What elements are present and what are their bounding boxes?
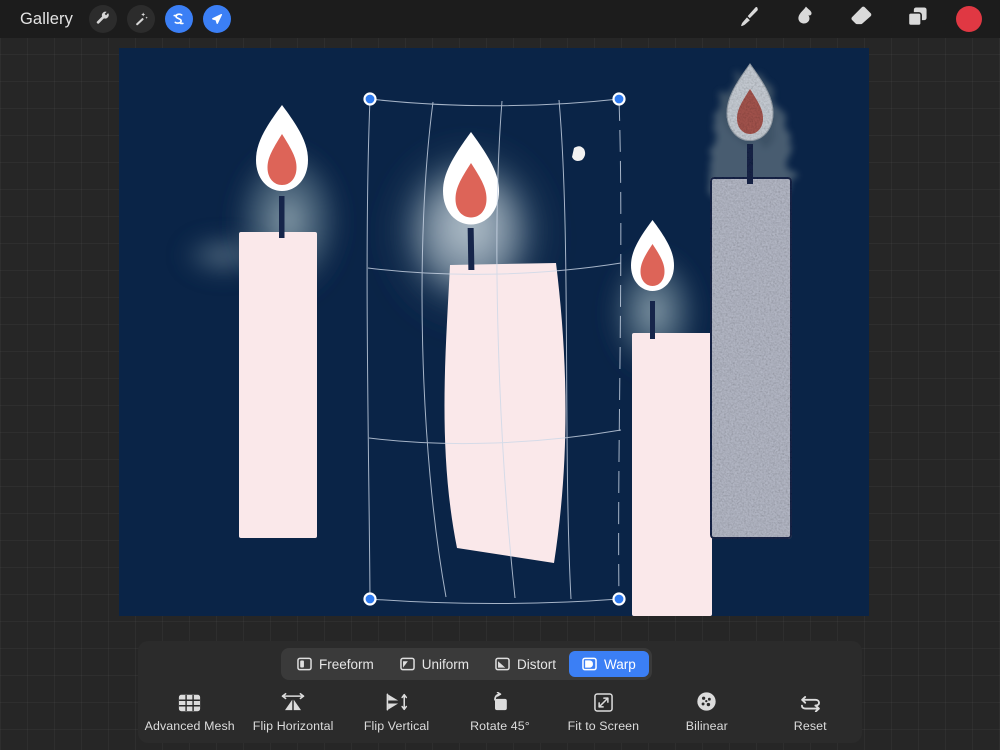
action-reset[interactable]: Reset — [759, 691, 862, 733]
action-rotate-45[interactable]: Rotate 45° — [448, 691, 551, 733]
mode-uniform-label: Uniform — [422, 657, 469, 672]
artboard[interactable] — [119, 48, 869, 616]
handle-bottom-right — [614, 594, 625, 605]
distort-icon — [495, 657, 510, 671]
layers-icon — [905, 4, 930, 34]
candle-4 — [708, 64, 792, 538]
grid-mesh-icon — [178, 691, 201, 712]
smudge-icon — [792, 3, 819, 35]
warp-icon — [582, 657, 597, 671]
action-flip-horizontal[interactable]: Flip Horizontal — [241, 691, 344, 733]
mode-freeform-label: Freeform — [319, 657, 374, 672]
top-toolbar: Gallery — [0, 0, 1000, 38]
mode-distort-label: Distort — [517, 657, 556, 672]
mode-warp[interactable]: Warp — [569, 651, 649, 677]
selection-arrow-icon — [208, 11, 225, 28]
canvas-area[interactable] — [119, 48, 869, 616]
paint-button[interactable] — [732, 4, 766, 34]
mode-uniform[interactable]: Uniform — [387, 651, 482, 677]
artwork-illustration — [119, 48, 869, 616]
action-flip-vertical-label: Flip Vertical — [364, 719, 429, 733]
paintbrush-icon — [736, 4, 762, 35]
magic-wand-icon — [133, 11, 149, 27]
top-toolbar-right-group — [732, 4, 1000, 34]
smudge-button[interactable] — [788, 4, 822, 34]
rotate-icon — [489, 691, 511, 712]
top-toolbar-left-group: Gallery — [0, 5, 231, 33]
mode-distort[interactable]: Distort — [482, 651, 569, 677]
flip-vertical-icon — [384, 691, 409, 712]
transform-s-icon — [170, 11, 187, 28]
transform-actions-row: Advanced Mesh Flip Horizontal — [138, 691, 862, 733]
action-bilinear[interactable]: Bilinear — [655, 691, 758, 733]
reset-icon — [799, 691, 822, 712]
selection-button[interactable] — [203, 5, 231, 33]
bilinear-icon — [696, 691, 717, 712]
mode-warp-label: Warp — [604, 657, 636, 672]
gallery-label: Gallery — [20, 10, 73, 28]
color-swatch[interactable] — [956, 6, 982, 32]
action-flip-vertical[interactable]: Flip Vertical — [345, 691, 448, 733]
action-rotate-45-label: Rotate 45° — [470, 719, 530, 733]
flip-horizontal-icon — [280, 691, 306, 712]
handle-bottom-left — [365, 594, 376, 605]
action-fit-to-screen-label: Fit to Screen — [568, 719, 640, 733]
action-flip-horizontal-label: Flip Horizontal — [253, 719, 334, 733]
layers-button[interactable] — [900, 4, 934, 34]
transform-mode-segmented-control[interactable]: Freeform Uniform Distort — [281, 648, 652, 680]
adjustments-button[interactable] — [127, 5, 155, 33]
wrench-icon — [95, 11, 111, 27]
fit-to-screen-icon — [594, 691, 613, 712]
action-bilinear-label: Bilinear — [686, 719, 728, 733]
action-advanced-mesh[interactable]: Advanced Mesh — [138, 691, 241, 733]
handle-top-left — [365, 94, 376, 105]
transform-panel: Freeform Uniform Distort — [138, 641, 862, 743]
erase-button[interactable] — [844, 4, 878, 34]
handle-top-right — [614, 94, 625, 105]
gallery-button[interactable]: Gallery — [14, 8, 79, 31]
mode-freeform[interactable]: Freeform — [284, 651, 387, 677]
action-reset-label: Reset — [794, 719, 827, 733]
uniform-icon — [400, 657, 415, 671]
action-fit-to-screen[interactable]: Fit to Screen — [552, 691, 655, 733]
eraser-icon — [848, 3, 875, 35]
actions-button[interactable] — [89, 5, 117, 33]
action-advanced-mesh-label: Advanced Mesh — [145, 719, 235, 733]
freeform-icon — [297, 657, 312, 671]
transform-button[interactable] — [165, 5, 193, 33]
warped-candle-body — [444, 263, 565, 563]
